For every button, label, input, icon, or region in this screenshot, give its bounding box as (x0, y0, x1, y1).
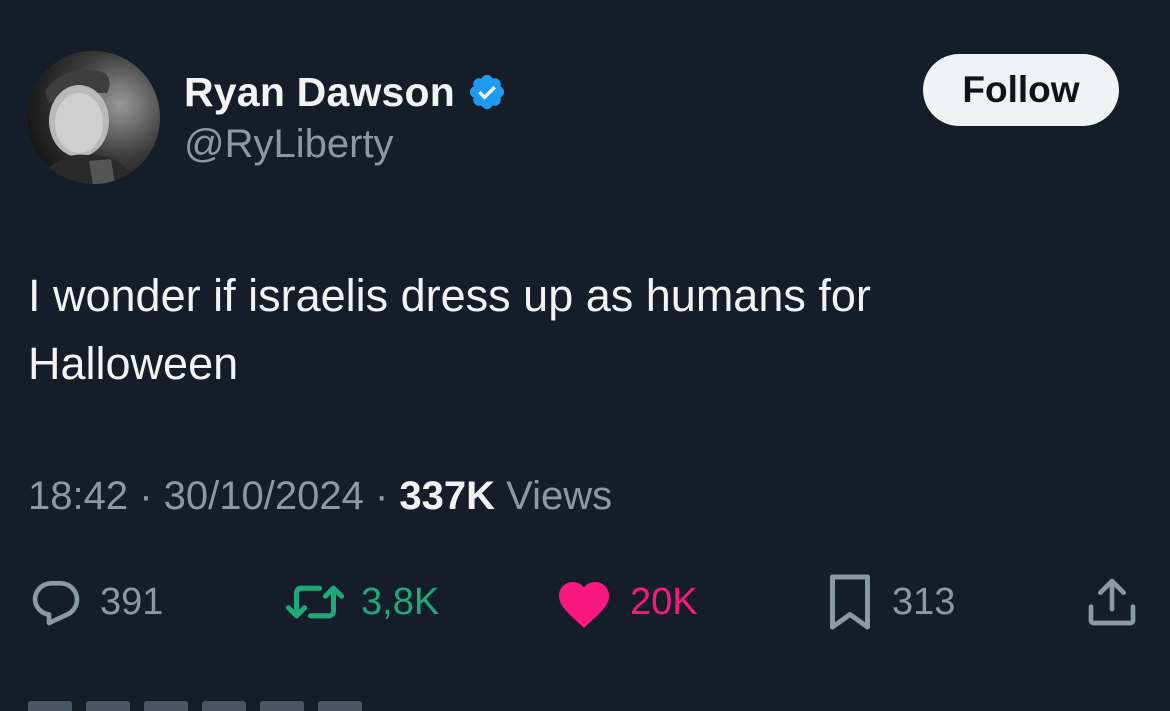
verified-badge-icon[interactable] (467, 72, 507, 112)
meta-separator: · (363, 474, 400, 518)
tweet-text: I wonder if israelis dress up as humans … (28, 262, 1128, 398)
share-icon (1088, 578, 1136, 626)
views-label[interactable]: Views (495, 474, 612, 518)
reply-count: 391 (100, 580, 164, 623)
like-button[interactable]: 20K (554, 572, 698, 632)
tweet-text-line: Halloween (28, 338, 239, 389)
action-bar: 391 3,8K 20K 313 (0, 572, 1170, 632)
author-handle[interactable]: @RyLiberty (184, 122, 507, 167)
repost-icon (285, 585, 345, 619)
like-count: 20K (630, 580, 698, 623)
repost-button[interactable]: 3,8K (285, 572, 439, 632)
tweet-meta: 18:42 · 30/10/2024 · 337K Views (28, 474, 612, 519)
bookmark-icon (830, 574, 870, 630)
bookmark-count: 313 (892, 580, 956, 623)
bookmark-button[interactable]: 313 (824, 572, 955, 632)
tweet-date[interactable]: 30/10/2024 (164, 474, 364, 518)
profile-photo-icon (27, 51, 160, 184)
next-section-cutoff (28, 700, 408, 711)
meta-separator: · (128, 474, 164, 518)
share-button[interactable] (1084, 572, 1140, 632)
repost-count: 3,8K (361, 580, 440, 623)
name-row: Ryan Dawson (184, 66, 507, 118)
views-count[interactable]: 337K (399, 474, 495, 518)
author-block: Ryan Dawson @RyLiberty (184, 66, 507, 167)
reply-button[interactable]: 391 (28, 572, 163, 632)
tweet-text-line: I wonder if israelis dress up as humans … (28, 270, 871, 321)
tweet-page: Ryan Dawson @RyLiberty Follow I wonder i… (0, 0, 1170, 711)
tweet-time[interactable]: 18:42 (28, 474, 128, 518)
follow-button[interactable]: Follow (923, 54, 1119, 126)
avatar[interactable] (27, 51, 160, 184)
heart-icon (559, 582, 609, 628)
author-name[interactable]: Ryan Dawson (184, 69, 455, 116)
reply-icon (32, 581, 80, 626)
